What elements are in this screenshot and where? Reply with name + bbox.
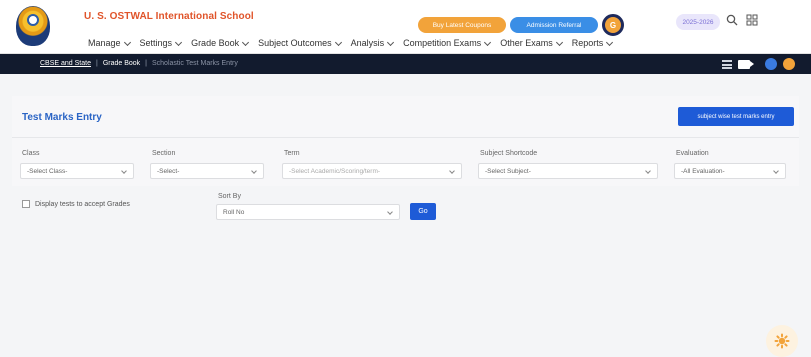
nav-label: Subject Outcomes	[258, 38, 332, 48]
chevron-down-icon	[175, 38, 183, 46]
sort-by-select-value: Roll No	[223, 209, 245, 216]
nav-reports[interactable]: Reports	[570, 38, 617, 48]
chevron-down-icon	[645, 168, 651, 174]
divider	[12, 137, 799, 138]
breadcrumb-separator: |	[95, 60, 98, 67]
nav-other-exams[interactable]: Other Exams	[498, 38, 566, 48]
display-tests-option[interactable]: Display tests to accept Grades	[22, 200, 130, 208]
top-header: U. S. OSTWAL International School Buy La…	[0, 0, 811, 54]
header-actions: Buy Latest Coupons Admission Referral G	[418, 14, 624, 36]
class-label: Class	[22, 150, 40, 157]
chevron-down-icon	[555, 38, 563, 46]
video-icon[interactable]	[738, 59, 754, 69]
evaluation-select-value: -All Evaluation-	[681, 168, 725, 175]
nav-competition-exams[interactable]: Competition Exams	[401, 38, 494, 48]
school-name[interactable]: U. S. OSTWAL International School	[84, 11, 254, 22]
chevron-down-icon	[242, 38, 250, 46]
subject-wise-marks-entry-button[interactable]: subject wise test marks entry	[678, 107, 794, 126]
chevron-down-icon	[387, 38, 395, 46]
subject-select[interactable]: -Select Subject-	[478, 163, 658, 179]
nav-label: Manage	[88, 38, 121, 48]
section-label: Section	[152, 150, 176, 157]
breadcrumb-separator: |	[145, 60, 147, 67]
nav-label: Competition Exams	[403, 38, 482, 48]
sort-by-label: Sort By	[218, 193, 241, 200]
chevron-down-icon	[773, 168, 779, 174]
chevron-down-icon	[484, 38, 492, 46]
chevron-down-icon	[123, 38, 131, 46]
nav-manage[interactable]: Manage	[86, 38, 134, 48]
nav-settings[interactable]: Settings	[138, 38, 186, 48]
help-icon[interactable]	[765, 58, 777, 70]
subject-label: Subject Shortcode	[480, 150, 538, 157]
nav-label: Analysis	[350, 38, 385, 48]
chevron-down-icon	[121, 168, 127, 174]
buy-coupons-button[interactable]: Buy Latest Coupons	[418, 17, 506, 33]
nav-subject-outcomes[interactable]: Subject Outcomes	[256, 38, 345, 48]
page-title: Test Marks Entry	[22, 112, 102, 123]
subject-select-value: -Select Subject-	[485, 168, 531, 175]
floating-settings-button[interactable]	[766, 325, 798, 357]
main-nav: Manage Settings Grade Book Subject Outco…	[86, 38, 616, 48]
term-label: Term	[284, 150, 300, 157]
academic-year-selector[interactable]: 2025-2026	[676, 14, 720, 30]
go-button[interactable]: Go	[410, 203, 436, 220]
term-select-value: -Select Academic/Scoring/term-	[289, 168, 381, 175]
menu-icon[interactable]	[722, 59, 732, 69]
chevron-down-icon	[387, 209, 393, 215]
term-select[interactable]: -Select Academic/Scoring/term-	[282, 163, 462, 179]
nav-label: Other Exams	[500, 38, 553, 48]
chevron-down-icon	[449, 168, 455, 174]
breadcrumb-current: Scholastic Test Marks Entry	[152, 60, 238, 67]
gear-icon	[774, 333, 790, 349]
breadcrumb: CBSE and State | Grade Book | Scholastic…	[40, 60, 238, 67]
breadcrumb-bar: CBSE and State | Grade Book | Scholastic…	[0, 54, 811, 74]
display-tests-label: Display tests to accept Grades	[35, 200, 130, 208]
class-select-value: -Select Class-	[27, 168, 68, 175]
breadcrumb-item[interactable]: Grade Book	[103, 60, 140, 67]
breadcrumb-item[interactable]: CBSE and State	[40, 60, 91, 67]
nav-analysis[interactable]: Analysis	[349, 38, 398, 48]
chevron-down-icon	[251, 168, 257, 174]
nav-label: Grade Book	[191, 38, 240, 48]
toolbar-icons	[722, 58, 795, 70]
evaluation-select[interactable]: -All Evaluation-	[674, 163, 786, 179]
apps-grid-icon[interactable]	[746, 14, 758, 26]
info-icon[interactable]	[783, 58, 795, 70]
logo-emblem	[27, 14, 39, 26]
search-icon[interactable]	[726, 14, 738, 26]
class-select[interactable]: -Select Class-	[20, 163, 134, 179]
nav-label: Reports	[571, 38, 604, 48]
chevron-down-icon	[334, 38, 342, 46]
evaluation-label: Evaluation	[676, 150, 709, 157]
section-select-value: -Select-	[157, 168, 180, 175]
chevron-down-icon	[606, 38, 614, 46]
user-avatar[interactable]: G	[602, 14, 624, 36]
display-tests-checkbox[interactable]	[22, 200, 30, 208]
school-logo[interactable]	[16, 6, 50, 46]
sort-by-select[interactable]: Roll No	[216, 204, 400, 220]
nav-grade-book[interactable]: Grade Book	[189, 38, 252, 48]
nav-label: Settings	[139, 38, 173, 48]
admission-referral-button[interactable]: Admission Referral	[510, 17, 598, 33]
section-select[interactable]: -Select-	[150, 163, 264, 179]
